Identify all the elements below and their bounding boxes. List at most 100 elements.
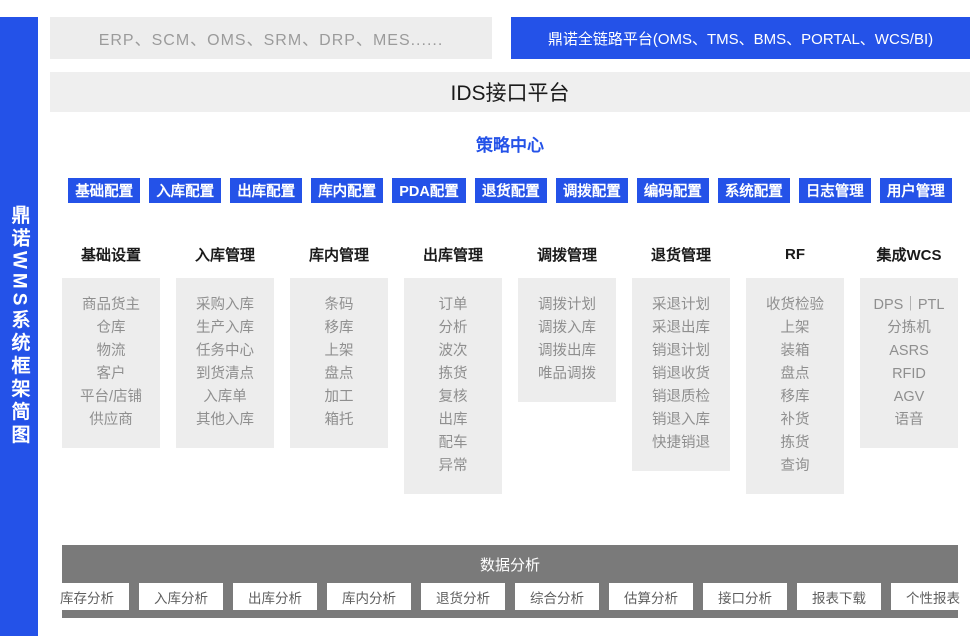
analysis-button[interactable]: 综合分析 [515,583,599,610]
external-systems-box: ERP、SCM、OMS、SRM、DRP、MES...... [50,17,492,59]
config-button-row: 基础配置 入库配置 出库配置 库内配置 PDA配置 退货配置 调拨配置 编码配置… [50,178,970,203]
module-column: 入库管理 采购入库生产入库任务中心到货清点入库单其他入库 [176,231,274,448]
module-item: 仓库 [64,317,158,340]
module-box: 条码移库上架盘点加工箱托 [290,278,388,448]
config-button[interactable]: 编码配置 [637,178,709,203]
module-item: 销退收货 [634,363,728,386]
config-button[interactable]: PDA配置 [392,178,466,203]
module-item: 商品货主 [64,294,158,317]
config-button[interactable]: 系统配置 [718,178,790,203]
module-item: 分析 [406,317,500,340]
module-box: 采购入库生产入库任务中心到货清点入库单其他入库 [176,278,274,448]
analysis-button[interactable]: 入库分析 [139,583,223,610]
data-analysis-button-row: 库存分析 入库分析 出库分析 库内分析 退货分析 综合分析 估算分析 接口分析 … [62,583,958,610]
module-item: 生产入库 [178,317,272,340]
module-item: 调拨出库 [520,340,614,363]
module-box: 调拨计划调拨入库调拨出库唯品调拨 [518,278,616,402]
module-title: 库内管理 [290,231,388,278]
analysis-button[interactable]: 接口分析 [703,583,787,610]
module-item: 任务中心 [178,340,272,363]
ids-interface-bar: IDS接口平台 [50,72,970,112]
module-item: 复核 [406,386,500,409]
analysis-button[interactable]: 退货分析 [421,583,505,610]
module-item: 平台/店铺 [64,386,158,409]
module-column: 集成WCS DPS｜PTL分拣机ASRSRFIDAGV语音 [860,231,958,448]
config-button[interactable]: 退货配置 [475,178,547,203]
modules-grid: 基础设置 商品货主仓库物流客户平台/店铺供应商 入库管理 采购入库生产入库任务中… [62,231,958,494]
config-button[interactable]: 出库配置 [230,178,302,203]
module-item: ASRS [862,340,956,363]
module-item: 唯品调拨 [520,363,614,386]
module-item: 移库 [748,386,842,409]
strategy-center-title: 策略中心 [50,131,970,156]
module-column: 出库管理 订单分析波次拣货复核出库配车异常 [404,231,502,494]
module-item: 销退质检 [634,386,728,409]
analysis-button[interactable]: 库存分析 [45,583,129,610]
config-button[interactable]: 入库配置 [149,178,221,203]
module-item: 到货清点 [178,363,272,386]
module-item: 物流 [64,340,158,363]
module-title: 集成WCS [860,231,958,278]
module-title: 出库管理 [404,231,502,278]
module-item: 采退出库 [634,317,728,340]
module-box: 收货检验上架装箱盘点移库补货拣货查询 [746,278,844,494]
module-item: 销退入库 [634,409,728,432]
analysis-button[interactable]: 个性报表 [891,583,970,610]
module-item: 盘点 [292,363,386,386]
module-item: 供应商 [64,409,158,432]
module-box: 采退计划采退出库销退计划销退收货销退质检销退入库快捷销退 [632,278,730,471]
analysis-button[interactable]: 估算分析 [609,583,693,610]
module-item: 拣货 [406,363,500,386]
module-item: 查询 [748,455,842,478]
module-item: 客户 [64,363,158,386]
analysis-button[interactable]: 库内分析 [327,583,411,610]
data-analysis-title: 数据分析 [62,554,958,575]
module-item: 语音 [862,409,956,432]
module-column: 退货管理 采退计划采退出库销退计划销退收货销退质检销退入库快捷销退 [632,231,730,471]
module-item: 上架 [292,340,386,363]
module-item: 调拨计划 [520,294,614,317]
module-item: DPS｜PTL [862,294,956,317]
analysis-button[interactable]: 报表下载 [797,583,881,610]
module-item: 其他入库 [178,409,272,432]
module-item: 上架 [748,317,842,340]
analysis-button[interactable]: 出库分析 [233,583,317,610]
module-item: 波次 [406,340,500,363]
config-button[interactable]: 日志管理 [799,178,871,203]
module-item: 异常 [406,455,500,478]
module-item: 盘点 [748,363,842,386]
module-title: RF [746,231,844,278]
module-item: 订单 [406,294,500,317]
module-item: 调拨入库 [520,317,614,340]
module-column: RF 收货检验上架装箱盘点移库补货拣货查询 [746,231,844,494]
sidebar-vertical-title: 鼎诺WMS系统框架简图 [0,17,38,636]
config-button[interactable]: 库内配置 [311,178,383,203]
module-box: 商品货主仓库物流客户平台/店铺供应商 [62,278,160,448]
module-item: AGV [862,386,956,409]
config-button[interactable]: 基础配置 [68,178,140,203]
module-title: 退货管理 [632,231,730,278]
module-item: RFID [862,363,956,386]
module-item: 装箱 [748,340,842,363]
module-item: 条码 [292,294,386,317]
module-box: DPS｜PTL分拣机ASRSRFIDAGV语音 [860,278,958,448]
module-item: 配车 [406,432,500,455]
module-item: 收货检验 [748,294,842,317]
module-column: 库内管理 条码移库上架盘点加工箱托 [290,231,388,448]
module-item: 箱托 [292,409,386,432]
module-item: 销退计划 [634,340,728,363]
module-item: 入库单 [178,386,272,409]
module-title: 入库管理 [176,231,274,278]
module-title: 调拨管理 [518,231,616,278]
module-item: 出库 [406,409,500,432]
module-column: 基础设置 商品货主仓库物流客户平台/店铺供应商 [62,231,160,448]
module-item: 快捷销退 [634,432,728,455]
config-button[interactable]: 用户管理 [880,178,952,203]
module-item: 加工 [292,386,386,409]
data-analysis-bar: 数据分析 库存分析 入库分析 出库分析 库内分析 退货分析 综合分析 估算分析 … [62,545,958,618]
module-item: 采购入库 [178,294,272,317]
module-item: 补货 [748,409,842,432]
module-item: 分拣机 [862,317,956,340]
module-item: 移库 [292,317,386,340]
config-button[interactable]: 调拨配置 [556,178,628,203]
